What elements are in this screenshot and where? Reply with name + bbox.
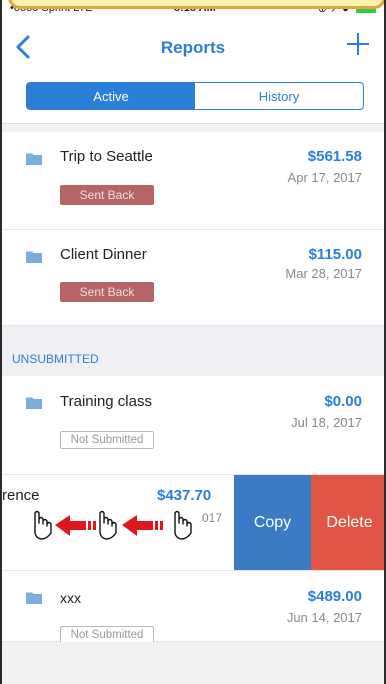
left-arrow-icon xyxy=(55,515,96,536)
swiped-report-row[interactable]: rence $437.70 017 Copy Delete xyxy=(2,475,384,571)
delete-button[interactable]: Delete xyxy=(311,475,384,570)
report-row[interactable]: Trip to Seattle $561.58 Apr 17, 2017 Sen… xyxy=(2,132,384,230)
empty-list-area xyxy=(2,642,384,684)
report-title: Trip to Seattle xyxy=(60,148,153,165)
page-title: Reports xyxy=(160,38,226,57)
section-header-unsubmitted: UNSUBMITTED xyxy=(2,326,384,376)
hand-pointer-icon xyxy=(34,510,52,540)
report-amount: $489.00 xyxy=(307,588,362,605)
report-amount: $437.70 xyxy=(157,487,212,504)
section-header-label: UNSUBMITTED xyxy=(12,352,99,366)
report-title: xxx xyxy=(60,590,81,606)
hand-pointer-icon xyxy=(99,510,117,540)
status-badge: Sent Back xyxy=(60,282,154,302)
left-arrow-icon xyxy=(122,515,163,536)
hand-pointer-icon xyxy=(174,510,192,540)
tab-history[interactable]: History xyxy=(195,83,363,109)
nav-bar: Reports xyxy=(2,18,384,78)
swipe-gesture-hint xyxy=(34,510,192,540)
report-date: Apr 17, 2017 xyxy=(287,170,362,185)
report-row[interactable]: Training class $0.00 Jul 18, 2017 Not Su… xyxy=(2,376,384,475)
report-date: Jul 18, 2017 xyxy=(291,415,362,430)
report-amount: $115.00 xyxy=(308,246,362,263)
folder-icon xyxy=(26,397,42,409)
folder-icon xyxy=(26,592,42,604)
report-row[interactable]: xxx $489.00 Jun 14, 2017 Not Submitted xyxy=(2,571,384,644)
add-report-button[interactable] xyxy=(344,30,372,58)
tab-active[interactable]: Active xyxy=(27,83,195,109)
plus-icon xyxy=(347,33,369,55)
status-badge: Not Submitted xyxy=(60,431,154,449)
status-badge: Sent Back xyxy=(60,185,154,205)
folder-icon xyxy=(26,251,42,263)
report-date: Mar 28, 2017 xyxy=(285,266,362,281)
report-amount: $561.58 xyxy=(307,148,362,165)
report-title: Client Dinner xyxy=(60,246,147,263)
report-title: Training class xyxy=(60,393,152,410)
tutorial-callout-banner xyxy=(8,0,384,9)
report-date: Jun 14, 2017 xyxy=(286,610,362,625)
copy-button[interactable]: Copy xyxy=(234,475,311,570)
folder-icon xyxy=(26,153,42,165)
report-filter-segment: Active History xyxy=(26,82,364,110)
report-title: rence xyxy=(2,487,40,504)
report-row[interactable]: Client Dinner $115.00 Mar 28, 2017 Sent … xyxy=(2,230,384,326)
report-amount: $0.00 xyxy=(324,393,362,410)
phone-screen: •oooo Sprint LTE 8:18 AM ⊕ ↗ ● Reports A… xyxy=(0,0,386,684)
